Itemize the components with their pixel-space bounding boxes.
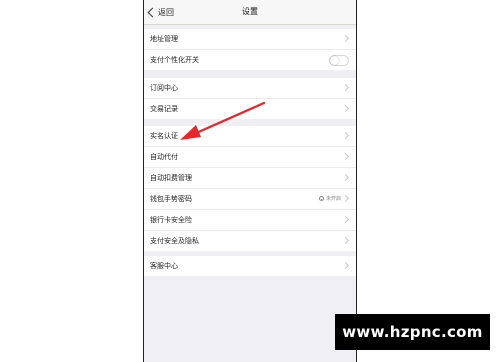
navigation-bar: 返回 设置 <box>144 0 356 25</box>
page-title: 设置 <box>242 7 258 16</box>
row-payment-personalization: 支付个性化开关 <box>144 50 356 70</box>
row-label: 实名认证 <box>150 132 178 140</box>
row-label: 支付个性化开关 <box>150 56 199 64</box>
chevron-right-icon <box>341 173 350 182</box>
status-badge: 未开启 <box>318 195 341 202</box>
row-auto-pay-on-behalf[interactable]: 自动代付 <box>144 147 356 168</box>
row-label: 自动代付 <box>150 153 178 161</box>
chevron-right-icon <box>341 152 350 161</box>
disabled-status-icon <box>318 196 324 201</box>
status-text: 未开启 <box>325 196 341 202</box>
row-label: 支付安全及隐私 <box>150 237 199 245</box>
payment-personalization-toggle[interactable] <box>329 55 349 66</box>
row-payment-security-privacy[interactable]: 支付安全及隐私 <box>144 231 356 251</box>
row-bank-card-insurance[interactable]: 银行卡安全险 <box>144 210 356 231</box>
toggle-knob <box>330 56 339 65</box>
chevron-right-icon <box>341 215 350 224</box>
row-label: 自动扣费管理 <box>150 174 192 182</box>
chevron-right-icon <box>341 261 350 270</box>
chevron-right-icon <box>341 236 350 245</box>
row-subscription-center[interactable]: 订阅中心 <box>144 78 356 99</box>
phone-screen: 返回 设置 地址管理 支付个性化开关 订阅中心 交易记录 实名认证 自动代付 自… <box>144 0 356 362</box>
row-label: 银行卡安全险 <box>150 216 192 224</box>
watermark-logo: www.hzpnc.com <box>335 314 490 350</box>
row-label: 钱包手势密码 <box>150 195 192 203</box>
chevron-right-icon <box>341 104 350 113</box>
row-wallet-gesture-password[interactable]: 钱包手势密码 未开启 <box>144 189 356 210</box>
chevron-right-icon <box>341 83 350 92</box>
row-label: 地址管理 <box>150 35 178 43</box>
chevron-right-icon <box>341 194 350 203</box>
row-label: 客服中心 <box>150 262 178 270</box>
red-pointer-arrow-icon <box>180 101 266 140</box>
chevron-right-icon <box>341 34 350 43</box>
page-edge-right <box>356 0 357 362</box>
settings-group-4: 客服中心 <box>144 256 356 276</box>
row-customer-service[interactable]: 客服中心 <box>144 256 356 276</box>
row-address-management[interactable]: 地址管理 <box>144 29 356 50</box>
row-label: 订阅中心 <box>150 84 178 92</box>
row-auto-deduction[interactable]: 自动扣费管理 <box>144 168 356 189</box>
row-label: 交易记录 <box>150 105 178 113</box>
chevron-right-icon <box>341 131 350 140</box>
settings-group-1: 地址管理 支付个性化开关 <box>144 29 356 70</box>
